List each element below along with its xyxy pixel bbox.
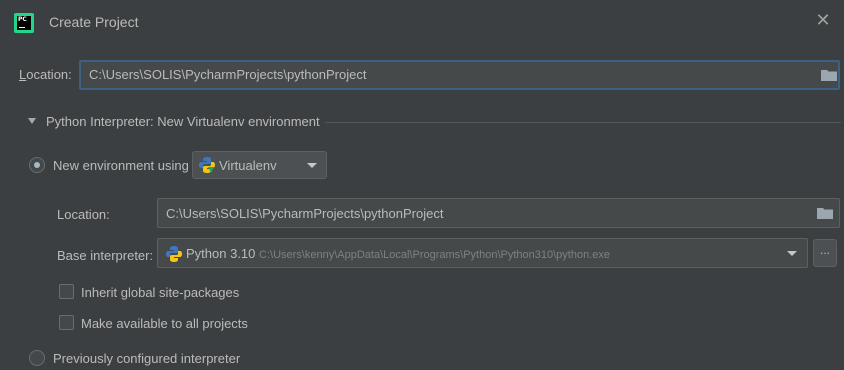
env-location-input[interactable]: C:\Users\SOLIS\PycharmProjects\pythonPro… <box>157 198 840 228</box>
inherit-site-packages-checkbox[interactable] <box>59 284 74 299</box>
env-location-label: Location: <box>57 207 110 222</box>
make-available-label: Make available to all projects <box>81 316 248 331</box>
environment-tool-value: Virtualenv <box>219 158 277 173</box>
window-title: Create Project <box>49 14 139 30</box>
browse-interpreter-button[interactable]: ... <box>813 239 837 267</box>
previous-interpreter-radio[interactable] <box>29 350 45 366</box>
base-interpreter-path: C:\Users\kenny\AppData\Local\Programs\Py… <box>259 249 610 261</box>
close-icon[interactable]: ✕ <box>812 10 834 32</box>
new-environment-radio[interactable] <box>29 157 45 173</box>
folder-icon[interactable] <box>821 69 837 81</box>
project-location-input[interactable]: C:\Users\SOLIS\PycharmProjects\pythonPro… <box>79 60 840 90</box>
interpreter-section-title: Python Interpreter: New Virtualenv envir… <box>46 114 320 129</box>
chevron-down-icon[interactable] <box>28 118 36 124</box>
base-interpreter-value: Python 3.10 C:\Users\kenny\AppData\Local… <box>186 246 610 261</box>
location-label: Location: <box>19 67 72 82</box>
title-bar: PC Create Project ✕ <box>0 0 844 46</box>
make-available-checkbox[interactable] <box>59 315 74 330</box>
new-environment-label: New environment using <box>53 158 189 173</box>
previous-interpreter-label: Previously configured interpreter <box>53 351 241 366</box>
app-icon-text: PC <box>18 16 27 23</box>
environment-tool-dropdown[interactable]: Virtualenv <box>192 151 327 179</box>
base-interpreter-label: Base interpreter: <box>57 248 154 263</box>
env-location-value: C:\Users\SOLIS\PycharmProjects\pythonPro… <box>166 206 444 221</box>
section-divider <box>325 122 841 123</box>
chevron-down-icon <box>787 251 797 256</box>
python-icon <box>166 246 182 262</box>
base-interpreter-dropdown[interactable]: Python 3.10 C:\Users\kenny\AppData\Local… <box>157 238 808 268</box>
project-location-value: C:\Users\SOLIS\PycharmProjects\pythonPro… <box>89 67 367 82</box>
inherit-site-packages-label: Inherit global site-packages <box>81 285 240 300</box>
base-interpreter-name: Python 3.10 <box>186 246 256 261</box>
python-icon <box>199 157 215 173</box>
pycharm-app-icon: PC <box>14 13 34 33</box>
folder-icon[interactable] <box>817 207 833 219</box>
chevron-down-icon <box>307 163 317 168</box>
